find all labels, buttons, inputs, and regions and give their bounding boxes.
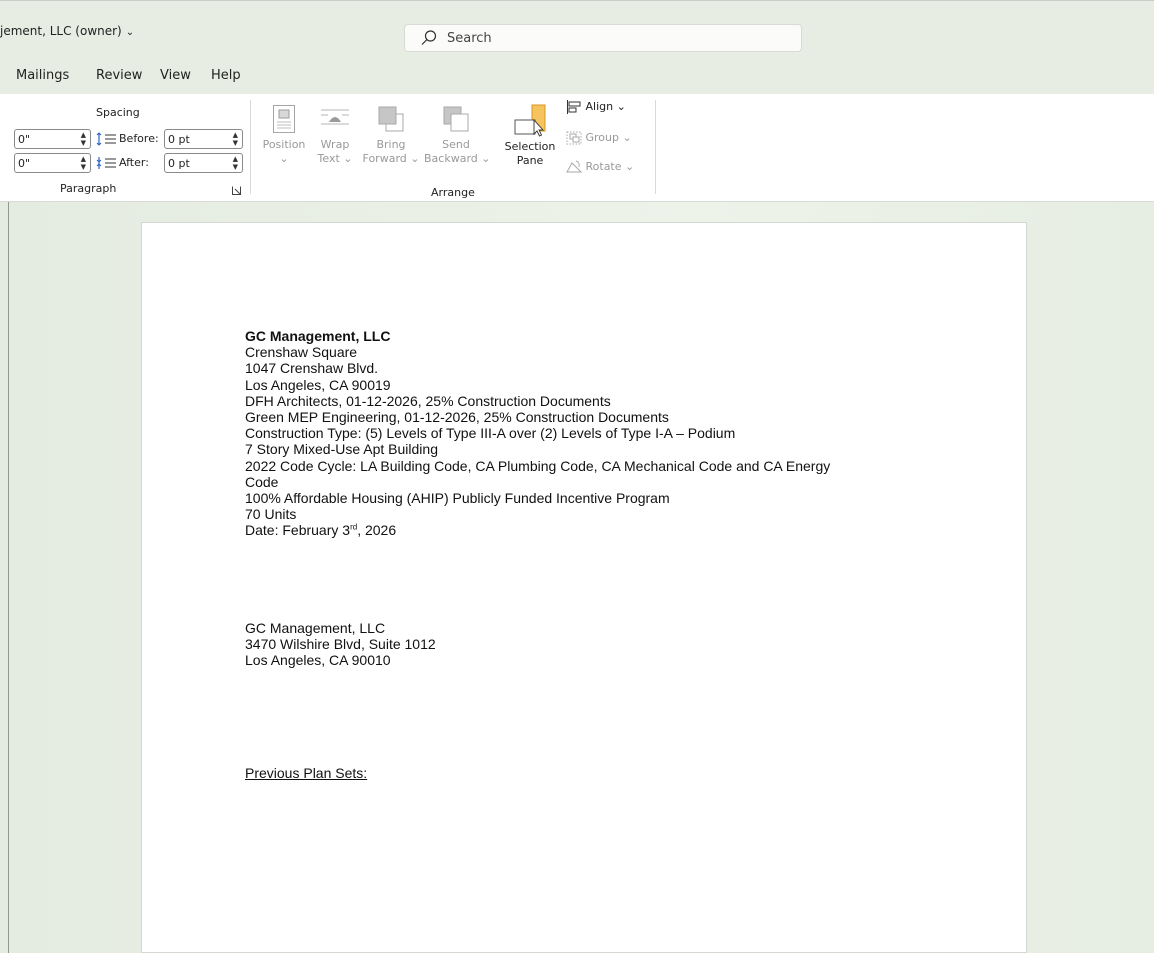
owner-line-city: Los Angeles, CA 90010 xyxy=(245,652,391,669)
chevron-down-icon: ⌄ xyxy=(410,152,420,165)
spinner-arrows-icon[interactable]: ▲ ▼ xyxy=(81,131,86,147)
doc-line-affordable: 100% Affordable Housing (AHIP) Publicly … xyxy=(245,490,670,507)
title-bar: jement, LLC (owner) ⌄ xyxy=(0,0,1154,58)
canvas-left-border xyxy=(8,202,9,953)
chevron-down-icon: ⌄ xyxy=(279,152,289,165)
search-box[interactable] xyxy=(404,24,802,52)
doc-line-architects: DFH Architects, 01-12-2026, 25% Construc… xyxy=(245,392,611,409)
tab-help[interactable]: Help xyxy=(211,68,241,83)
send-backward-icon xyxy=(443,106,469,132)
owner-line-name: GC Management, LLC xyxy=(245,619,386,636)
send-backward-label-2: Backward xyxy=(424,152,478,165)
group-separator xyxy=(250,100,251,194)
selection-pane-icon xyxy=(514,104,546,137)
doc-line-mep: Green MEP Engineering, 01-12-2026, 25% C… xyxy=(245,409,669,426)
align-icon xyxy=(567,100,581,114)
doc-line-date: Date: February 3rd, 2026 xyxy=(245,522,945,538)
doc-line-address: 1047 Crenshaw Blvd. xyxy=(245,360,379,377)
chevron-down-icon: ⌄ xyxy=(125,27,135,38)
ribbon: Spacing ▲▼ ▲▼ Before: ▲▼ After: ▲▼ Parag… xyxy=(0,94,1154,202)
document-title[interactable]: jement, LLC (owner) ⌄ xyxy=(0,24,134,38)
indent-right-spinner[interactable]: ▲▼ xyxy=(14,153,91,173)
group-label: Group xyxy=(585,131,620,144)
document-page[interactable]: GC Management, LLC Crenshaw Square 1047 … xyxy=(141,222,1027,953)
dialog-launcher-icon[interactable] xyxy=(232,186,241,195)
chevron-down-icon: ⌄ xyxy=(622,131,632,144)
rotate-label: Rotate xyxy=(585,160,622,173)
search-input[interactable] xyxy=(447,29,787,47)
group-separator xyxy=(655,100,656,194)
selection-pane-label-1: Selection xyxy=(504,140,556,153)
spacing-label: Spacing xyxy=(96,106,140,119)
chevron-down-icon: ⌄ xyxy=(481,152,491,165)
wrap-text-button[interactable]: Wrap Text ⌄ xyxy=(314,104,356,166)
indent-left-input[interactable] xyxy=(18,131,58,147)
rotate-icon xyxy=(566,160,583,173)
doc-line-building: 7 Story Mixed-Use Apt Building xyxy=(245,441,438,458)
spinner-arrows-icon[interactable]: ▲ ▼ xyxy=(233,155,238,171)
tab-mailings[interactable]: Mailings xyxy=(16,68,69,83)
search-icon xyxy=(421,30,437,45)
owner-line-address: 3470 Wilshire Blvd, Suite 1012 xyxy=(245,635,436,652)
send-backward-button[interactable]: Send Backward ⌄ xyxy=(424,104,491,166)
position-label: Position xyxy=(262,138,306,151)
selection-pane-button[interactable]: Selection Pane xyxy=(500,104,560,168)
spacing-after-input[interactable] xyxy=(168,155,208,171)
paragraph-group-label: Paragraph xyxy=(60,182,117,195)
date-prefix: Date: February 3 xyxy=(245,522,351,539)
spacing-after-spinner[interactable]: ▲▼ xyxy=(164,153,243,173)
chevron-down-icon: ⌄ xyxy=(343,152,353,165)
document-body[interactable]: GC Management, LLC Crenshaw Square 1047 … xyxy=(245,328,945,781)
group-button[interactable]: Group ⌄ xyxy=(566,131,632,145)
doc-line-city: Los Angeles, CA 90019 xyxy=(245,376,391,393)
spinner-arrows-icon[interactable]: ▲ ▼ xyxy=(81,155,86,171)
tab-review[interactable]: Review xyxy=(96,68,142,83)
doc-line-construction-type: Construction Type: (5) Levels of Type II… xyxy=(245,425,736,442)
arrange-group-label: Arrange xyxy=(431,186,475,199)
group-icon xyxy=(566,131,582,145)
doc-line-company: GC Management, LLC xyxy=(245,328,391,344)
spacing-after-label: After: xyxy=(119,156,149,169)
doc-line-code-cont: Code xyxy=(245,473,279,490)
doc-line-code-cycle: 2022 Code Cycle: LA Building Code, CA Pl… xyxy=(245,457,831,474)
position-icon xyxy=(273,105,295,133)
chevron-down-icon: ⌄ xyxy=(616,100,626,113)
spacing-before-label: Before: xyxy=(119,132,159,145)
menu-bar: Mailings Review View Help xyxy=(0,58,1154,94)
doc-line-units: 70 Units xyxy=(245,506,297,523)
spacing-before-spinner[interactable]: ▲▼ xyxy=(164,129,243,149)
date-suffix: , 2026 xyxy=(357,522,397,539)
rotate-button[interactable]: Rotate ⌄ xyxy=(566,160,634,174)
align-label: Align xyxy=(585,100,614,113)
spacing-before-input[interactable] xyxy=(168,131,208,147)
indent-left-spinner[interactable]: ▲▼ xyxy=(14,129,91,149)
position-button[interactable]: Position ⌄ xyxy=(258,104,310,166)
align-button[interactable]: Align ⌄ xyxy=(566,100,626,114)
indent-right-input[interactable] xyxy=(18,155,58,171)
bring-forward-icon xyxy=(378,106,404,132)
bring-forward-label-1: Bring xyxy=(376,138,406,151)
bring-forward-label-2: Forward xyxy=(362,152,407,165)
previous-plan-sets-heading: Previous Plan Sets: xyxy=(245,765,368,782)
selection-pane-label-2: Pane xyxy=(516,154,544,167)
spacing-after-icon xyxy=(96,157,116,169)
document-title-text: jement, LLC (owner) xyxy=(0,24,122,38)
chevron-down-icon: ⌄ xyxy=(625,160,635,173)
tab-view[interactable]: View xyxy=(160,68,191,83)
wrap-text-icon xyxy=(321,109,349,125)
spacing-before-icon xyxy=(96,132,116,146)
wrap-text-label-1: Wrap xyxy=(320,138,350,151)
bring-forward-button[interactable]: Bring Forward ⌄ xyxy=(362,104,420,166)
spinner-arrows-icon[interactable]: ▲ ▼ xyxy=(233,131,238,147)
doc-line-project: Crenshaw Square xyxy=(245,344,358,361)
send-backward-label-1: Send xyxy=(442,138,470,151)
wrap-text-label-2: Text xyxy=(317,152,340,165)
